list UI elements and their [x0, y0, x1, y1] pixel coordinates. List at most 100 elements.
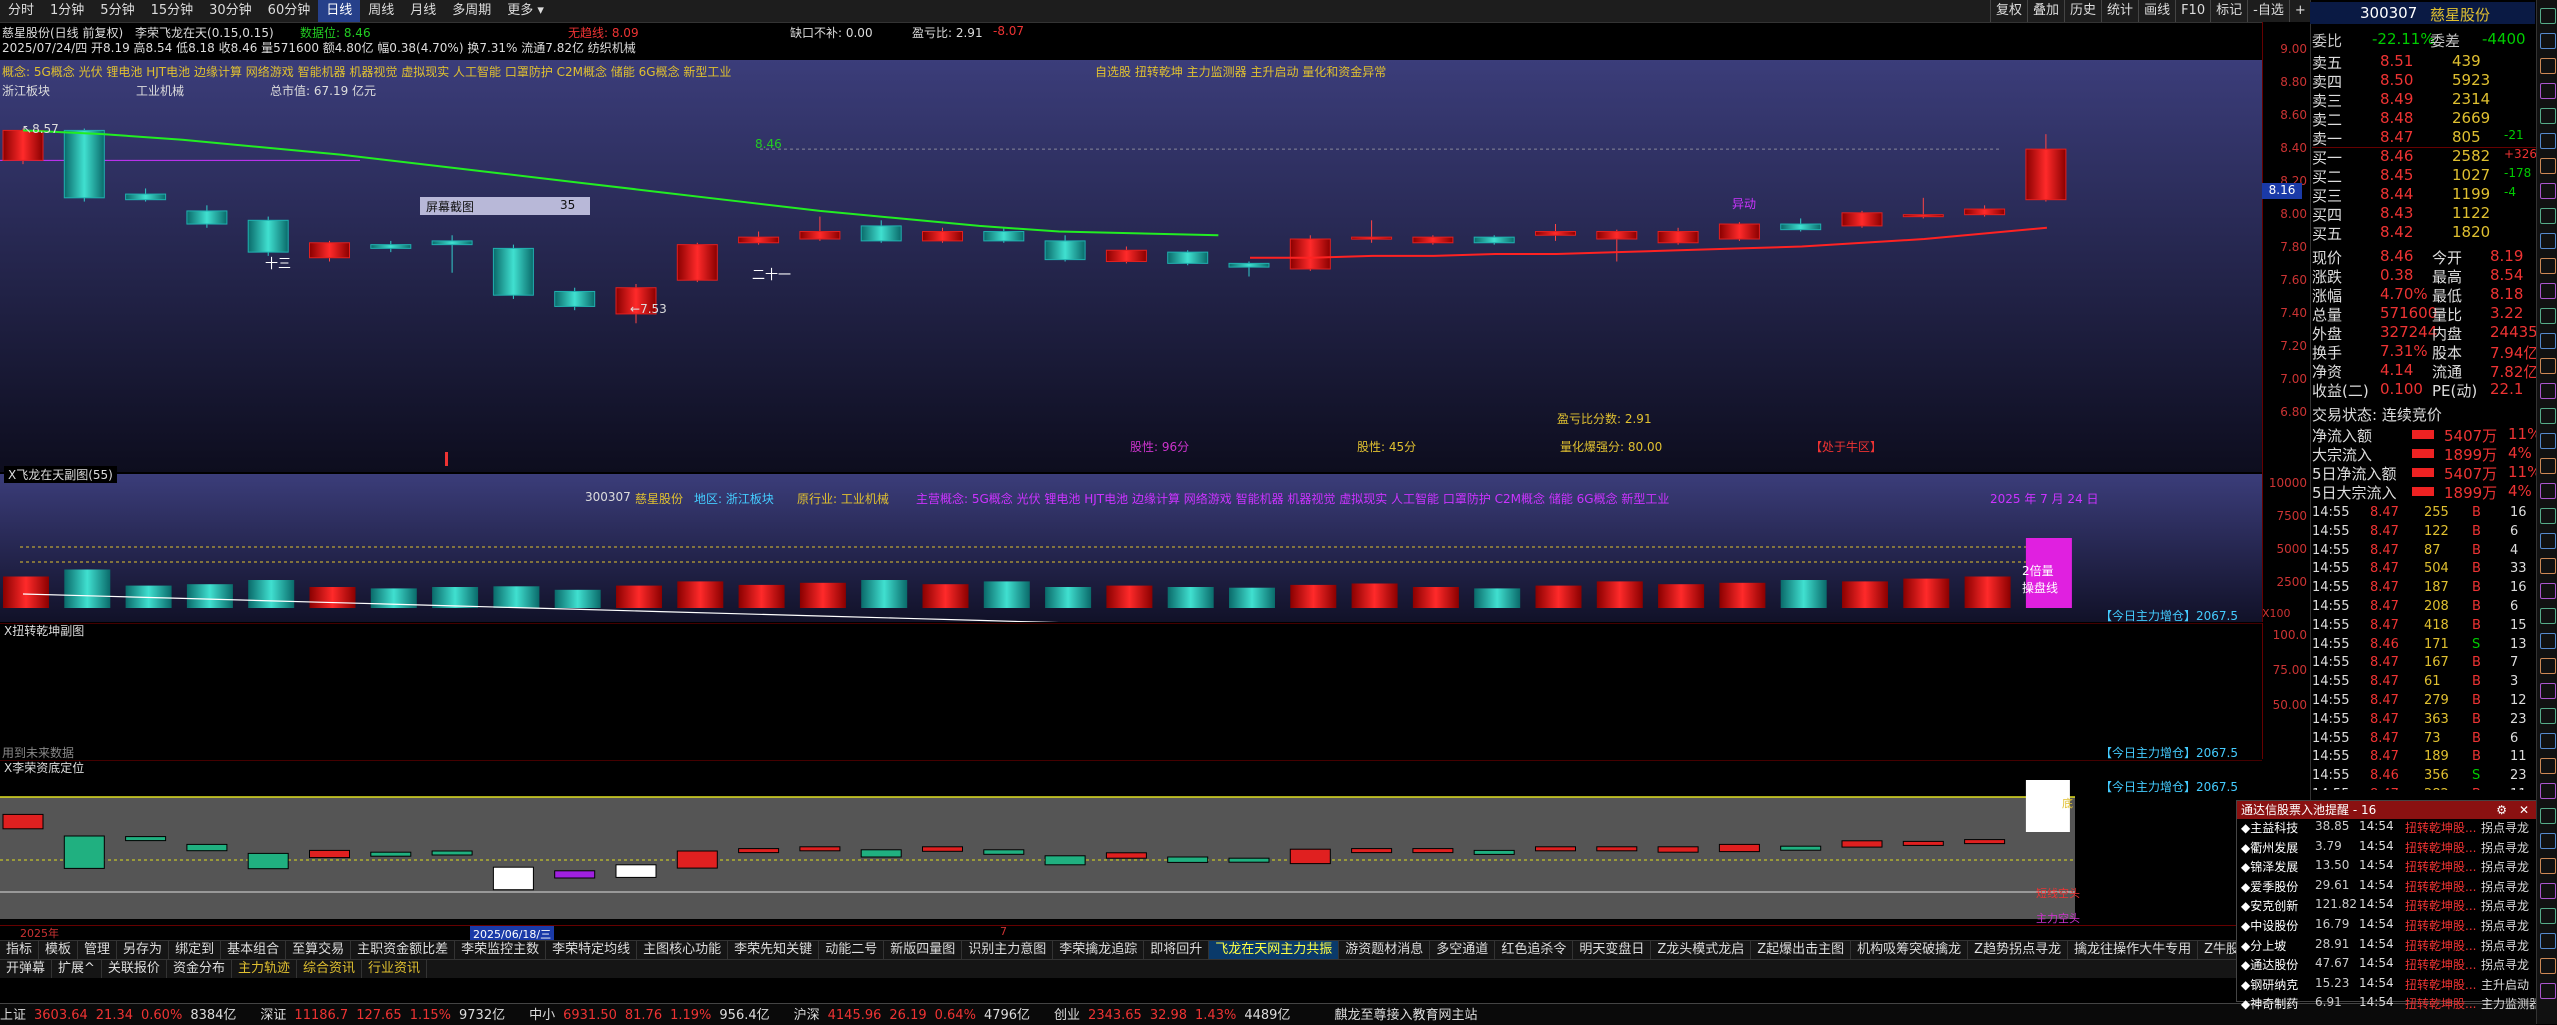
- indicator-tab[interactable]: 即将回升: [1144, 941, 1210, 959]
- index-sz[interactable]: 深证 11186.7 127.65 1.15% 9732亿: [260, 1008, 513, 1023]
- sidebar-tool-icon[interactable]: [2540, 808, 2556, 824]
- sidebar-tool-icon[interactable]: [2540, 33, 2556, 49]
- sidebar-tool-icon[interactable]: [2540, 633, 2556, 649]
- gear-icon[interactable]: ⚙: [2496, 801, 2507, 819]
- index-hs[interactable]: 沪深 4145.96 26.19 0.64% 4796亿: [794, 1008, 1038, 1023]
- indicator-tab[interactable]: 李荣先知关键: [728, 941, 820, 959]
- sidebar-tool-icon[interactable]: [2540, 183, 2556, 199]
- indicator-tab[interactable]: 李荣特定均线: [546, 941, 638, 959]
- sidebar-tool-icon[interactable]: [2540, 158, 2556, 174]
- sidebar-tool-icon[interactable]: [2540, 758, 2556, 774]
- period-tab[interactable]: 周线: [360, 0, 402, 22]
- close-icon[interactable]: ✕: [2519, 801, 2529, 819]
- index-cy[interactable]: 创业 2343.65 32.98 1.43% 4489亿: [1054, 1008, 1298, 1023]
- indicator-tab[interactable]: 新版四量图: [884, 941, 963, 959]
- period-tab[interactable]: 更多 ▾: [499, 0, 552, 22]
- alert-row[interactable]: ◆钢研纳克 15.23 14:54 扭转乾坤股... 主升启动: [2237, 976, 2537, 994]
- sidebar-tool-icon[interactable]: [2540, 658, 2556, 674]
- sidebar-tool-icon[interactable]: [2540, 333, 2556, 349]
- sidebar-tool-icon[interactable]: [2540, 83, 2556, 99]
- sidebar-tool-icon[interactable]: [2540, 683, 2556, 699]
- sidebar-tool-icon[interactable]: [2540, 883, 2556, 899]
- alert-row[interactable]: ◆主益科技 38.85 14:54 扭转乾坤股... 拐点寻龙: [2237, 819, 2537, 837]
- toolbar-button[interactable]: 统计: [2101, 0, 2138, 22]
- toolbar-button[interactable]: -自选: [2247, 0, 2289, 22]
- toolbar-button[interactable]: F10: [2175, 0, 2210, 22]
- info-tab[interactable]: 扩展^: [52, 960, 102, 978]
- sidebar-tool-icon[interactable]: [2540, 608, 2556, 624]
- alert-row[interactable]: ◆分上坡 28.91 14:54 扭转乾坤股... 拐点寻龙: [2237, 937, 2537, 955]
- sidebar-tool-icon[interactable]: [2540, 708, 2556, 724]
- toolbar-button[interactable]: 画线: [2138, 0, 2175, 22]
- period-tab[interactable]: 日线: [318, 0, 361, 22]
- toolbar-button[interactable]: 叠加: [2027, 0, 2064, 22]
- sidebar-tool-icon[interactable]: [2540, 308, 2556, 324]
- indicator-tab[interactable]: 基本组合: [221, 941, 287, 959]
- sidebar-tool-icon[interactable]: [2540, 933, 2556, 949]
- info-tab[interactable]: 资金分布: [167, 960, 232, 978]
- sidebar-tool-icon[interactable]: [2540, 533, 2556, 549]
- indicator-tab[interactable]: 模板: [39, 941, 79, 959]
- info-tab[interactable]: 主力轨迹: [232, 960, 297, 978]
- sidebar-tool-icon[interactable]: [2540, 108, 2556, 124]
- indicator-tab[interactable]: Z龙头模式龙启: [1651, 941, 1752, 959]
- toolbar-button[interactable]: +: [2288, 0, 2310, 22]
- sidebar-tool-icon[interactable]: [2540, 558, 2556, 574]
- info-tab[interactable]: 开弹幕: [0, 960, 53, 978]
- sidebar-tool-icon[interactable]: [2540, 983, 2556, 999]
- sidebar-tool-icon[interactable]: [2540, 733, 2556, 749]
- sidebar-tool-icon[interactable]: [2540, 283, 2556, 299]
- toolbar-button[interactable]: 历史: [2064, 0, 2101, 22]
- indicator-tab[interactable]: 管理: [78, 941, 118, 959]
- indicator-tab[interactable]: 动能二号: [819, 941, 885, 959]
- indicator-tab[interactable]: 主职资金额比差: [351, 941, 456, 959]
- alert-row[interactable]: ◆爱季股份 29.61 14:54 扭转乾坤股... 拐点寻龙: [2237, 878, 2537, 896]
- sidebar-tool-icon[interactable]: [2540, 433, 2556, 449]
- index-zx[interactable]: 中小 6931.50 81.76 1.19% 956.4亿: [529, 1008, 778, 1023]
- sidebar-tool-icon[interactable]: [2540, 258, 2556, 274]
- period-tab[interactable]: 多周期: [444, 0, 499, 22]
- period-tab[interactable]: 分时: [0, 0, 42, 22]
- sidebar-tool-icon[interactable]: [2540, 383, 2556, 399]
- panel-reversal[interactable]: [0, 623, 2262, 760]
- sidebar-tool-icon[interactable]: [2540, 483, 2556, 499]
- info-tab[interactable]: 综合资讯: [297, 960, 362, 978]
- indicator-tab[interactable]: 机构吸筹突破擒龙: [1851, 941, 1969, 959]
- sidebar-tool-icon[interactable]: [2540, 233, 2556, 249]
- indicator-tab[interactable]: 绑定到: [169, 941, 222, 959]
- screenshot-box[interactable]: 屏幕截图 35: [420, 197, 590, 215]
- period-tab[interactable]: 30分钟: [201, 0, 260, 22]
- period-tab[interactable]: 月线: [402, 0, 444, 22]
- sidebar-tool-icon[interactable]: [2540, 508, 2556, 524]
- sidebar-tool-icon[interactable]: [2540, 583, 2556, 599]
- info-tab[interactable]: 行业资讯: [362, 960, 427, 978]
- sidebar-tool-icon[interactable]: [2540, 458, 2556, 474]
- sidebar-tool-icon[interactable]: [2540, 958, 2556, 974]
- sidebar-tool-icon[interactable]: [2540, 908, 2556, 924]
- indicator-tab[interactable]: 多空通道: [1430, 941, 1496, 959]
- indicator-tab[interactable]: 明天变盘日: [1573, 941, 1652, 959]
- sidebar-tool-icon[interactable]: [2540, 133, 2556, 149]
- indicator-tab[interactable]: 主图核心功能: [637, 941, 729, 959]
- sidebar-tool-icon[interactable]: [2540, 208, 2556, 224]
- toolbar-button[interactable]: 标记: [2210, 0, 2247, 22]
- indicator-tab[interactable]: 游资题材消息: [1339, 941, 1431, 959]
- sidebar-tool-icon[interactable]: [2540, 783, 2556, 799]
- period-tab[interactable]: 1分钟: [42, 0, 92, 22]
- alert-row[interactable]: ◆神奇制药 6.91 14:54 扭转乾坤股... 主力监测器: [2237, 995, 2541, 1013]
- alert-row[interactable]: ◆衢州发展 3.79 14:54 扭转乾坤股... 拐点寻龙: [2237, 839, 2537, 857]
- sidebar-tool-icon[interactable]: [2540, 858, 2556, 874]
- period-tab[interactable]: 15分钟: [143, 0, 202, 22]
- sidebar-tool-icon[interactable]: [2540, 8, 2556, 24]
- sidebar-tool-icon[interactable]: [2540, 358, 2556, 374]
- indicator-tab[interactable]: 李荣监控主数: [455, 941, 547, 959]
- indicator-tab[interactable]: Z趋势拐点寻龙: [1968, 941, 2069, 959]
- indicator-tab[interactable]: 红色追杀令: [1495, 941, 1574, 959]
- sidebar-tool-icon[interactable]: [2540, 58, 2556, 74]
- indicator-tab[interactable]: 指标: [0, 941, 40, 959]
- indicator-tab[interactable]: Z起爆出击主图: [1751, 941, 1852, 959]
- info-tab[interactable]: 关联报价: [102, 960, 167, 978]
- indicator-tab[interactable]: 另存为: [117, 941, 170, 959]
- alert-row[interactable]: ◆中设股份 16.79 14:54 扭转乾坤股... 拐点寻龙: [2237, 917, 2537, 935]
- alert-row[interactable]: ◆安克创新 121.82 14:54 扭转乾坤股... 拐点寻龙: [2237, 897, 2537, 915]
